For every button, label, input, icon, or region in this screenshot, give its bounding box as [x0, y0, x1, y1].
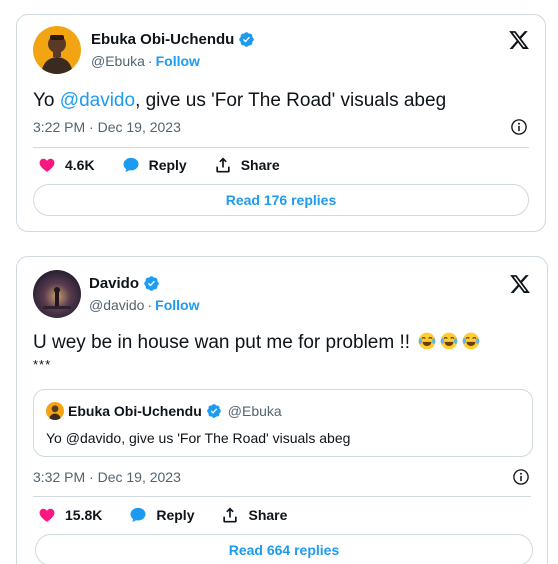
share-button[interactable]: Share — [213, 155, 280, 175]
avatar-ebuka[interactable] — [33, 26, 81, 74]
display-name[interactable]: Davido — [89, 275, 139, 292]
quote-avatar — [46, 402, 64, 420]
tweet-text-prefix: Yo — [33, 90, 60, 111]
separator-dot: · — [147, 297, 153, 313]
follow-button[interactable]: Follow — [156, 53, 200, 69]
like-count: 4.6K — [65, 157, 95, 173]
reply-label: Reply — [148, 157, 187, 173]
divider — [33, 496, 531, 497]
heart-icon — [39, 508, 55, 522]
share-label: Share — [248, 507, 288, 523]
heart-icon — [39, 158, 55, 172]
reply-bubble-icon — [123, 157, 139, 173]
share-button[interactable]: Share — [220, 505, 287, 525]
x-logo-icon[interactable] — [508, 29, 530, 51]
like-button[interactable]: 4.6K — [37, 155, 95, 175]
info-icon[interactable] — [510, 118, 528, 136]
tweet-text-suffix: , give us 'For The Road' visuals abeg — [135, 90, 447, 111]
share-icon — [223, 507, 238, 523]
tweet-card-davido[interactable]: Davido @davido · Follow U wey be in house … — [16, 256, 548, 564]
mention-link[interactable]: @davido — [60, 90, 135, 111]
verified-badge-icon — [206, 404, 221, 418]
divider — [33, 147, 529, 148]
reply-bubble-icon — [130, 507, 146, 523]
tweet-actions: 15.8K Reply Share — [37, 505, 313, 525]
tweet-text-stars: *** — [33, 357, 52, 372]
read-replies-button[interactable]: Read 176 replies — [33, 184, 529, 216]
like-count: 15.8K — [65, 507, 103, 523]
avatar-davido[interactable] — [33, 270, 81, 318]
display-name[interactable]: Ebuka Obi-Uchendu — [91, 31, 234, 48]
share-label: Share — [240, 157, 280, 173]
tears-of-joy-emoji — [418, 332, 436, 350]
share-icon — [216, 157, 230, 173]
reply-button[interactable]: Reply — [128, 505, 194, 525]
quote-handle: @Ebuka — [227, 403, 282, 419]
quoted-tweet[interactable]: Ebuka Obi-Uchendu @Ebuka Yo @davido, giv… — [33, 389, 533, 457]
tweet-text: Yo @davido, give us 'For The Road' visua… — [33, 89, 446, 113]
verified-badge-icon — [239, 32, 255, 47]
quote-text: Yo @davido, give us 'For The Road' visua… — [46, 430, 351, 446]
tears-of-joy-emoji — [462, 332, 480, 350]
follow-button[interactable]: Follow — [155, 297, 199, 313]
tears-of-joy-emoji — [440, 332, 458, 350]
x-logo-icon[interactable] — [509, 273, 531, 295]
info-icon[interactable] — [512, 468, 530, 486]
handle[interactable]: @Ebuka — [91, 53, 145, 69]
timestamp[interactable]: 3:32 PM · Dec 19, 2023 — [33, 469, 181, 485]
tweet-card-ebuka[interactable]: Ebuka Obi-Uchendu @Ebuka · Follow Yo @davi… — [16, 14, 546, 232]
quote-display-name: Ebuka Obi-Uchendu — [68, 403, 202, 419]
reply-button[interactable]: Reply — [121, 155, 187, 175]
reply-label: Reply — [156, 507, 195, 523]
separator-dot: · — [147, 53, 153, 69]
tweet-text: U wey be in house wan put me for problem… — [33, 331, 481, 355]
like-button[interactable]: 15.8K — [37, 505, 102, 525]
verified-badge-icon — [144, 276, 159, 291]
tweet-text-body: U wey be in house wan put me for problem… — [33, 332, 411, 353]
read-replies-button[interactable]: Read 664 replies — [35, 534, 533, 564]
timestamp[interactable]: 3:22 PM · Dec 19, 2023 — [33, 119, 181, 135]
handle[interactable]: @davido — [89, 297, 144, 313]
tweet-actions: 4.6K Reply Share — [37, 155, 306, 175]
